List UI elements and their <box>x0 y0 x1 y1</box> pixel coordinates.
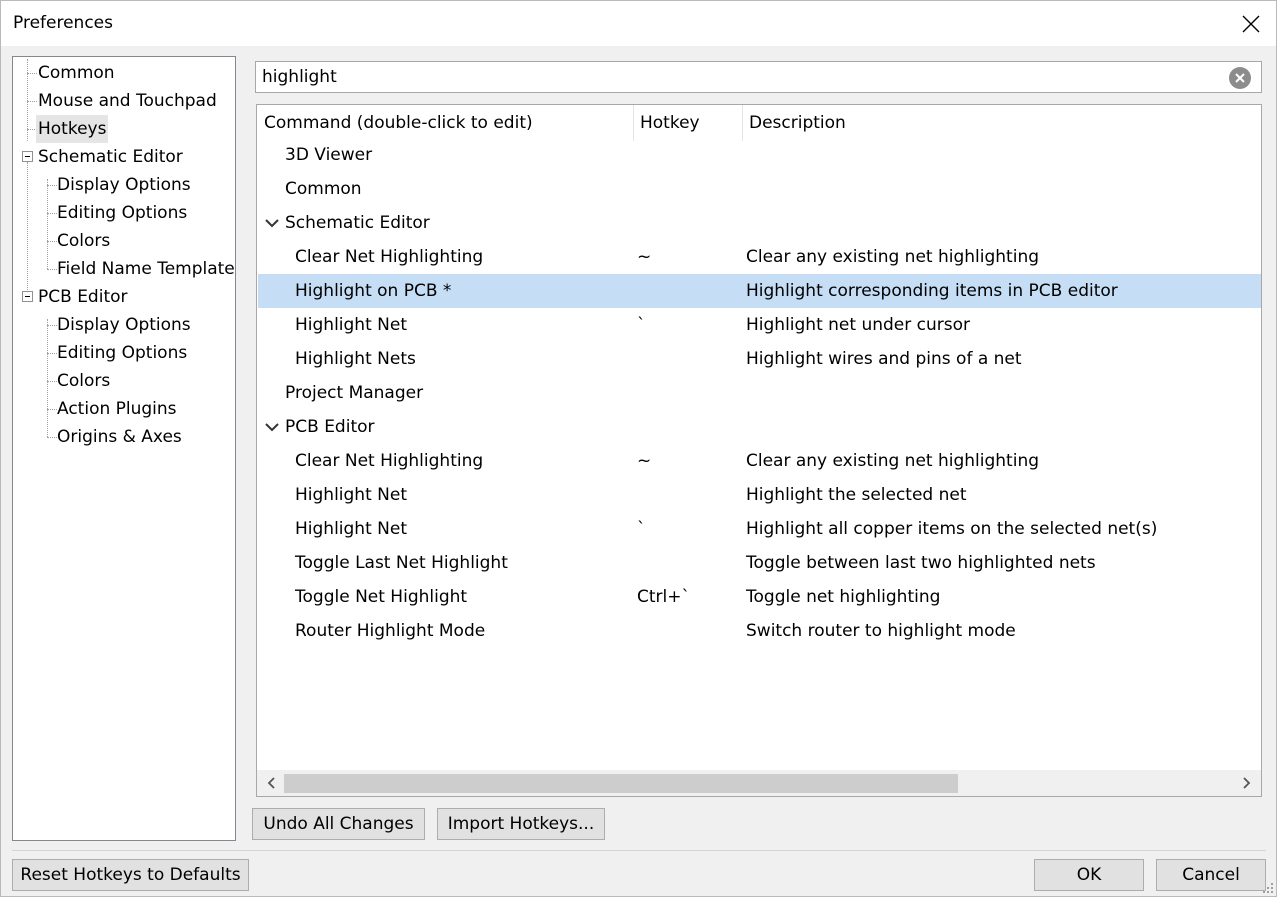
divider <box>12 850 1266 851</box>
tree-item-hotkeys[interactable]: Hotkeys <box>36 115 109 143</box>
column-header-description[interactable]: Description <box>742 105 846 141</box>
table-row[interactable]: Schematic Editor <box>258 206 1261 240</box>
collapse-pcb-icon[interactable] <box>22 291 33 302</box>
table-row[interactable]: Toggle Last Net Highlight Toggle between… <box>258 546 1261 580</box>
row-description: Highlight the selected net <box>746 485 967 505</box>
table-row[interactable]: 3D Viewer <box>258 138 1261 172</box>
close-icon <box>1242 15 1260 33</box>
tree-item-mouse-touchpad[interactable]: Mouse and Touchpad <box>38 87 217 115</box>
import-hotkeys-button[interactable]: Import Hotkeys... <box>437 808 605 840</box>
chevron-down-icon[interactable] <box>265 422 279 432</box>
row-description: Toggle net highlighting <box>746 587 941 607</box>
tree-item-schematic-editor[interactable]: Schematic Editor <box>38 143 183 171</box>
row-hotkey: ` <box>637 519 646 539</box>
search-input[interactable] <box>262 65 1222 89</box>
ok-button[interactable]: OK <box>1034 859 1144 891</box>
undo-all-changes-button[interactable]: Undo All Changes <box>252 808 425 840</box>
scroll-left-button[interactable] <box>261 772 281 794</box>
search-box <box>255 61 1262 93</box>
column-header-command[interactable]: Command (double-click to edit) <box>257 105 533 141</box>
horizontal-scrollbar[interactable] <box>257 770 1261 796</box>
row-description: Clear any existing net highlighting <box>746 247 1040 267</box>
row-hotkey: ` <box>637 315 646 335</box>
window-title: Preferences <box>13 13 113 33</box>
row-command: Highlight Net <box>295 485 407 505</box>
row-command: Toggle Net Highlight <box>295 587 468 607</box>
row-command: Project Manager <box>285 383 424 403</box>
row-command: Highlight Net <box>295 315 407 335</box>
chevron-left-icon <box>267 777 275 789</box>
table-row[interactable]: Clear Net Highlighting ~ Clear any exist… <box>258 240 1261 274</box>
column-header-hotkey[interactable]: Hotkey <box>633 105 700 141</box>
tree-item-sch-display-options[interactable]: Display Options <box>57 171 191 199</box>
row-description: Clear any existing net highlighting <box>746 451 1040 471</box>
tree-item-origins-axes[interactable]: Origins & Axes <box>57 423 182 451</box>
row-command: Clear Net Highlighting <box>295 247 484 267</box>
table-row-selected[interactable]: Highlight on PCB * Highlight correspondi… <box>258 274 1261 308</box>
row-description: Toggle between last two highlighted nets <box>746 553 1096 573</box>
row-description: Highlight all copper items on the select… <box>746 519 1158 539</box>
resize-grip-icon[interactable] <box>1262 882 1274 894</box>
tree-item-pcb-editor[interactable]: PCB Editor <box>38 283 128 311</box>
table-row[interactable]: Clear Net Highlighting ~ Clear any exist… <box>258 444 1261 478</box>
title-bar: Preferences <box>1 1 1276 46</box>
preferences-dialog: Preferences Common Mouse and Touchpad Ho… <box>0 0 1277 897</box>
row-command: Common <box>285 179 362 199</box>
row-command: Highlight Net <box>295 519 407 539</box>
row-command: PCB Editor <box>285 417 375 437</box>
chevron-down-icon[interactable] <box>265 218 279 228</box>
row-command: Schematic Editor <box>285 213 430 233</box>
table-row[interactable]: Toggle Net Highlight Ctrl+` Toggle net h… <box>258 580 1261 614</box>
row-command: Highlight Nets <box>295 349 416 369</box>
row-hotkey: Ctrl+` <box>637 587 690 607</box>
row-description: Highlight net under cursor <box>746 315 971 335</box>
clear-search-button[interactable] <box>1229 67 1251 89</box>
scrollbar-thumb[interactable] <box>284 774 958 793</box>
scroll-right-button[interactable] <box>1237 772 1257 794</box>
hotkeys-table: Command (double-click to edit) Hotkey De… <box>256 104 1262 797</box>
table-row[interactable]: Highlight Net Highlight the selected net <box>258 478 1261 512</box>
tree-item-pcb-editing-options[interactable]: Editing Options <box>57 339 187 367</box>
row-command: Toggle Last Net Highlight <box>295 553 508 573</box>
tree-item-pcb-display-options[interactable]: Display Options <box>57 311 191 339</box>
row-command: Clear Net Highlighting <box>295 451 484 471</box>
clear-icon <box>1235 73 1245 83</box>
table-row[interactable]: PCB Editor <box>258 410 1261 444</box>
tree-item-sch-colors[interactable]: Colors <box>57 227 110 255</box>
close-button[interactable] <box>1234 7 1268 41</box>
row-hotkey: ~ <box>637 247 652 267</box>
table-row[interactable]: Project Manager <box>258 376 1261 410</box>
collapse-schematic-icon[interactable] <box>22 151 33 162</box>
tree-item-pcb-colors[interactable]: Colors <box>57 367 110 395</box>
table-header: Command (double-click to edit) Hotkey De… <box>257 105 1261 141</box>
tree-item-sch-editing-options[interactable]: Editing Options <box>57 199 187 227</box>
table-row[interactable]: Common <box>258 172 1261 206</box>
cancel-button[interactable]: Cancel <box>1156 859 1266 891</box>
row-description: Highlight corresponding items in PCB edi… <box>746 281 1118 301</box>
row-hotkey: ~ <box>637 451 652 471</box>
preferences-tree: Common Mouse and Touchpad Hotkeys Schema… <box>12 56 236 841</box>
chevron-right-icon <box>1243 777 1251 789</box>
table-row[interactable]: Highlight Nets Highlight wires and pins … <box>258 342 1261 376</box>
row-description: Switch router to highlight mode <box>746 621 1016 641</box>
tree-item-field-name-templates[interactable]: Field Name Templates <box>57 255 235 283</box>
row-command: Router Highlight Mode <box>295 621 486 641</box>
table-row[interactable]: Highlight Net ` Highlight all copper ite… <box>258 512 1261 546</box>
reset-hotkeys-button[interactable]: Reset Hotkeys to Defaults <box>12 859 249 891</box>
row-description: Highlight wires and pins of a net <box>746 349 1022 369</box>
tree-item-common[interactable]: Common <box>38 59 115 87</box>
table-row[interactable]: Router Highlight Mode Switch router to h… <box>258 614 1261 648</box>
row-command: 3D Viewer <box>285 145 373 165</box>
row-command: Highlight on PCB * <box>295 281 452 301</box>
table-row[interactable]: Highlight Net ` Highlight net under curs… <box>258 308 1261 342</box>
tree-item-action-plugins[interactable]: Action Plugins <box>57 395 177 423</box>
